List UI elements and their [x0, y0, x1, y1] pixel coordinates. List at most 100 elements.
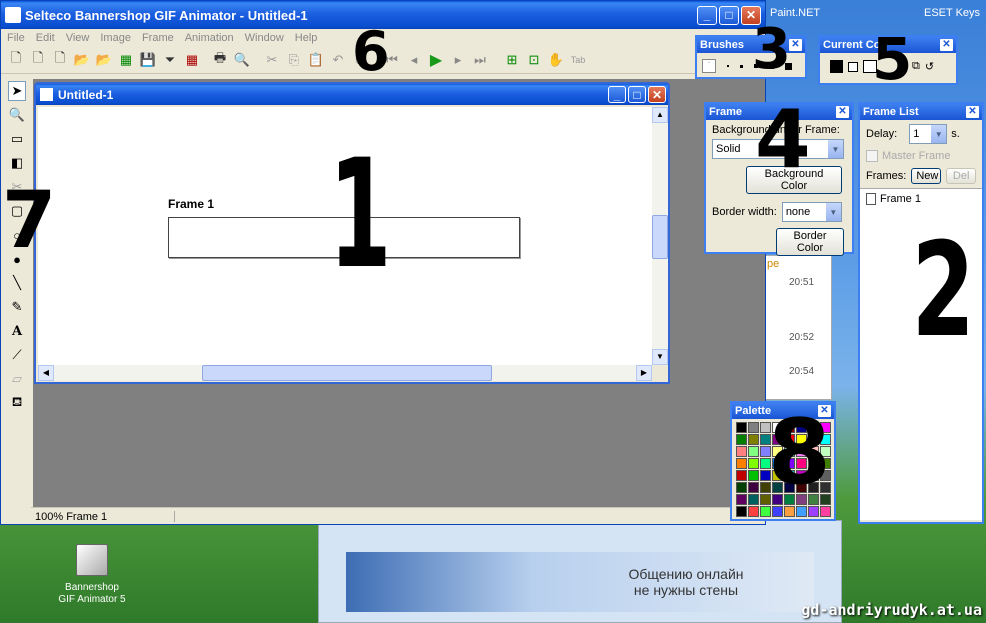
palette-swatch[interactable] [736, 434, 747, 445]
document-titlebar[interactable]: Untitled-1 _ □ ✕ [36, 84, 668, 105]
palette-swatch[interactable] [784, 506, 795, 517]
scroll-down-icon[interactable]: ▼ [652, 349, 668, 365]
palette-swatch[interactable] [748, 506, 759, 517]
border-color-button[interactable]: Border Color [776, 228, 844, 256]
menu-animation[interactable]: Animation [185, 32, 234, 46]
eyedropper-icon[interactable]: ⟋ [8, 345, 26, 365]
gradient-icon[interactable]: ◧ [8, 153, 26, 173]
desktop-app-icon[interactable] [76, 544, 108, 576]
palette-swatch[interactable] [736, 482, 747, 493]
undo-icon[interactable]: ↶ [327, 49, 349, 71]
palette-swatch[interactable] [760, 506, 771, 517]
menu-edit[interactable]: Edit [36, 32, 55, 46]
palette-swatch[interactable] [736, 470, 747, 481]
cut-icon[interactable]: ✂ [261, 49, 283, 71]
zoom-icon[interactable]: 🔍 [8, 105, 26, 125]
minimize-button[interactable]: _ [697, 5, 717, 25]
crop-icon[interactable]: ⊡ [523, 49, 545, 71]
palette-swatch[interactable] [748, 422, 759, 433]
current-colors-close-icon[interactable]: ✕ [940, 39, 953, 51]
palette-swatch[interactable] [772, 506, 783, 517]
swap-colors-icon[interactable]: ↺ [925, 60, 934, 73]
maximize-button[interactable]: □ [719, 5, 739, 25]
paste-icon[interactable]: 📋 [305, 49, 327, 71]
last-frame-icon[interactable]: ⏭ [469, 49, 491, 71]
menu-frame[interactable]: Frame [142, 32, 174, 46]
scroll-left-icon[interactable]: ◀ [38, 365, 54, 381]
rectangle-select-icon[interactable]: ▭ [8, 129, 26, 149]
palette-swatch[interactable] [808, 506, 819, 517]
menu-file[interactable]: File [7, 32, 25, 46]
line-icon[interactable]: ╲ [8, 273, 26, 293]
doc-minimize-button[interactable]: _ [608, 86, 626, 103]
palette-swatch[interactable] [748, 458, 759, 469]
prev-frame-icon[interactable]: ◂ [403, 49, 425, 71]
doc-close-button[interactable]: ✕ [648, 86, 666, 103]
list-item[interactable]: Frame 1 [866, 193, 976, 205]
pencil-icon[interactable]: ✎ [8, 297, 26, 317]
export-icon[interactable]: ▦ [181, 49, 203, 71]
master-frame-checkbox[interactable] [866, 150, 878, 162]
import-icon[interactable]: ▦ [115, 49, 137, 71]
palette-swatch[interactable] [736, 506, 747, 517]
document-title: Untitled-1 [58, 87, 114, 102]
palette-swatch[interactable] [748, 470, 759, 481]
status-text: 100% Frame 1 [35, 511, 175, 523]
brush-1[interactable]: · [702, 59, 716, 73]
fill-bucket-icon[interactable]: ⛾ [8, 393, 26, 413]
palette-swatch[interactable] [736, 446, 747, 457]
icon-label-line-1: Bannershop [65, 582, 119, 593]
palette-swatch[interactable] [748, 482, 759, 493]
palette-swatch[interactable] [736, 458, 747, 469]
vertical-scrollbar[interactable]: ▲ ▼ [652, 107, 668, 365]
frame-list-titlebar[interactable]: Frame List ✕ [860, 104, 982, 120]
palette-swatch[interactable] [748, 434, 759, 445]
optimize-icon[interactable]: ⏷ [159, 49, 181, 71]
open-icon[interactable]: 📂 [71, 49, 93, 71]
frame-panel-close-icon[interactable]: ✕ [836, 106, 849, 118]
next-frame-icon[interactable]: ▸ [447, 49, 469, 71]
scroll-up-icon[interactable]: ▲ [652, 107, 668, 123]
print-preview-icon[interactable]: 🔍 [231, 49, 253, 71]
print-icon[interactable]: 🖶 [209, 49, 231, 71]
doc-maximize-button[interactable]: □ [628, 86, 646, 103]
palette-swatch[interactable] [796, 506, 807, 517]
effects-icon[interactable]: ✋ [545, 49, 567, 71]
new-wizard-icon[interactable]: 🗋 [27, 49, 49, 71]
palette-swatch[interactable] [736, 422, 747, 433]
palette-swatch[interactable] [748, 446, 759, 457]
text-effect-icon[interactable]: Tab [567, 49, 589, 71]
new-from-icon[interactable]: 🗋 [49, 49, 71, 71]
menu-view[interactable]: View [66, 32, 90, 46]
palette-swatch[interactable] [736, 494, 747, 505]
menu-image[interactable]: Image [100, 32, 131, 46]
brush-2[interactable] [727, 65, 729, 67]
text-icon[interactable]: A [8, 321, 26, 341]
foreground-color[interactable] [830, 60, 843, 73]
copy-icon[interactable]: ⎘ [283, 49, 305, 71]
select-icon[interactable]: ➤ [8, 81, 26, 101]
palette-swatch[interactable] [820, 506, 831, 517]
horizontal-scrollbar[interactable]: ◀ ▶ [38, 365, 652, 381]
delay-select[interactable]: 1 ▼ [909, 124, 948, 144]
menu-window[interactable]: Window [245, 32, 284, 46]
hscroll-thumb[interactable] [202, 365, 492, 381]
fit-icon[interactable]: ⊞ [501, 49, 523, 71]
play-icon[interactable]: ▶ [425, 49, 447, 71]
palette-swatch[interactable] [748, 494, 759, 505]
border-width-select[interactable]: none ▼ [781, 202, 842, 222]
menu-help[interactable]: Help [295, 32, 318, 46]
reset-colors-icon[interactable]: ⧉ [912, 60, 920, 73]
eraser-icon[interactable]: ▱ [8, 369, 26, 389]
brush-3[interactable] [740, 64, 743, 68]
new-frame-button[interactable]: New [911, 168, 942, 184]
scroll-right-icon[interactable]: ▶ [636, 365, 652, 381]
save-icon[interactable]: 💾 [137, 49, 159, 71]
scroll-thumb[interactable] [652, 215, 668, 259]
delete-frame-button[interactable]: Del [946, 168, 976, 184]
swap-small-icon[interactable] [848, 61, 858, 72]
frame-list-close-icon[interactable]: ✕ [966, 106, 979, 118]
new-icon[interactable]: 🗋 [5, 49, 27, 71]
annotation-4: 4 [755, 93, 811, 186]
open-animation-icon[interactable]: 📂 [93, 49, 115, 71]
